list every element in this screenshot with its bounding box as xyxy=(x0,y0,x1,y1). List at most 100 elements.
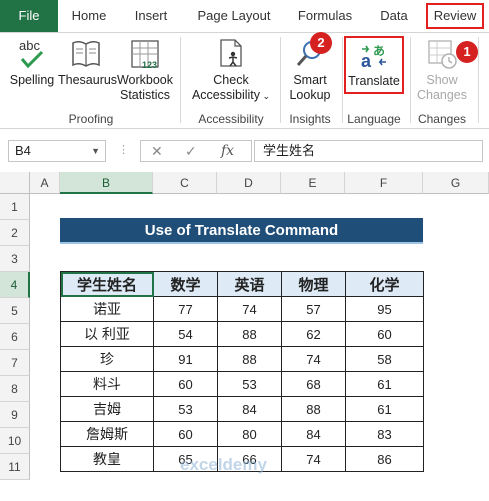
column-header-b[interactable]: B xyxy=(60,172,153,194)
translate-icon: a あ xyxy=(361,44,386,71)
thesaurus-button[interactable]: Thesaurus xyxy=(58,37,118,88)
step-badge-1: 1 xyxy=(456,41,478,63)
row-header-9[interactable]: 9 xyxy=(0,402,30,428)
watermark-logo: exceldemy xyxy=(180,455,267,474)
tab-home[interactable]: Home xyxy=(66,0,112,32)
table-cell[interactable]: 68 xyxy=(281,371,346,397)
svg-text:123: 123 xyxy=(142,60,157,70)
workbook-statistics-button[interactable]: 123 Workbook Statistics xyxy=(116,37,174,103)
column-header-c[interactable]: C xyxy=(153,172,217,194)
table-cell[interactable]: 86 xyxy=(345,446,424,472)
table-row: 料斗 60 53 68 61 xyxy=(60,371,424,397)
table-header-cell[interactable]: 化学 xyxy=(345,271,424,297)
row-header-7[interactable]: 7 xyxy=(0,350,30,376)
check-accessibility-button[interactable]: Check Accessibility ⌄ xyxy=(188,37,274,104)
tab-file[interactable]: File xyxy=(0,0,58,32)
table-cell[interactable]: 95 xyxy=(345,296,424,322)
table-cell[interactable]: 84 xyxy=(281,421,346,447)
table-cell[interactable]: 58 xyxy=(345,346,424,372)
table-cell[interactable]: 74 xyxy=(281,446,346,472)
table-cell[interactable]: 60 xyxy=(153,371,218,397)
table-cell[interactable]: 以 利亚 xyxy=(60,321,154,347)
spelling-button[interactable]: abc Spelling xyxy=(8,37,56,88)
row-header-4[interactable]: 4 xyxy=(0,272,30,298)
table-row: 诺亚 77 74 57 95 xyxy=(60,296,424,322)
table-cell[interactable]: 教皇 xyxy=(60,446,154,472)
name-box[interactable]: B4 ▼ xyxy=(8,140,106,162)
table-cell[interactable]: 80 xyxy=(217,421,282,447)
row-header-10[interactable]: 10 xyxy=(0,428,30,454)
step-badge-2: 2 xyxy=(310,32,332,54)
title-cell[interactable]: Use of Translate Command xyxy=(60,218,423,244)
workbook-statistics-icon: 123 xyxy=(131,40,159,70)
table-cell[interactable]: 88 xyxy=(281,396,346,422)
workbook-statistics-label-1: Workbook xyxy=(116,73,174,87)
table-row: 珍 91 88 74 58 xyxy=(60,346,424,372)
cancel-icon[interactable]: ✕ xyxy=(151,143,163,160)
table-cell[interactable]: 60 xyxy=(345,321,424,347)
insert-function-icon[interactable]: fx xyxy=(221,143,234,159)
table-cell[interactable]: 74 xyxy=(217,296,282,322)
table-header-row: 学生姓名 数学 英语 物理 化学 xyxy=(60,271,424,297)
column-header-f[interactable]: F xyxy=(345,172,423,194)
column-header-a[interactable]: A xyxy=(30,172,60,194)
table-cell[interactable]: 53 xyxy=(217,371,282,397)
table-cell[interactable]: 91 xyxy=(153,346,218,372)
table-cell[interactable]: 吉姆 xyxy=(60,396,154,422)
table-cell[interactable]: 61 xyxy=(345,371,424,397)
row-header-6[interactable]: 6 xyxy=(0,324,30,350)
table-header-cell[interactable]: 英语 xyxy=(217,271,282,297)
table-cell[interactable]: 61 xyxy=(345,396,424,422)
enter-icon[interactable]: ✓ xyxy=(185,143,197,160)
select-all-corner[interactable] xyxy=(0,172,30,194)
group-divider xyxy=(478,37,479,123)
group-label-accessibility: Accessibility xyxy=(198,112,264,126)
tab-formulas[interactable]: Formulas xyxy=(294,0,356,32)
tab-insert[interactable]: Insert xyxy=(128,0,174,32)
table-cell[interactable]: 60 xyxy=(153,421,218,447)
show-changes-icon xyxy=(428,40,457,69)
group-label-changes: Changes xyxy=(417,112,467,126)
table-cell[interactable]: 88 xyxy=(217,321,282,347)
table-header-cell[interactable]: 物理 xyxy=(281,271,346,297)
table-cell[interactable]: 62 xyxy=(281,321,346,347)
table-header-cell[interactable]: 数学 xyxy=(153,271,218,297)
row-header-11[interactable]: 11 xyxy=(0,454,30,480)
table-cell[interactable]: 83 xyxy=(345,421,424,447)
column-header-e[interactable]: E xyxy=(281,172,345,194)
row-header-2[interactable]: 2 xyxy=(0,220,30,246)
column-header-g[interactable]: G xyxy=(423,172,489,194)
table-cell[interactable]: 88 xyxy=(217,346,282,372)
tab-review[interactable]: Review xyxy=(426,3,484,29)
table-cell[interactable]: 84 xyxy=(217,396,282,422)
table-cell[interactable]: 54 xyxy=(153,321,218,347)
group-divider xyxy=(180,37,181,123)
cell-b4[interactable]: 学生姓名 xyxy=(60,271,154,297)
thesaurus-label: Thesaurus xyxy=(58,73,118,87)
chevron-down-icon[interactable]: ▼ xyxy=(91,141,100,161)
formula-input[interactable]: 学生姓名 xyxy=(254,140,483,162)
table-cell[interactable]: 53 xyxy=(153,396,218,422)
table-cell[interactable]: 诺亚 xyxy=(60,296,154,322)
table-row: 吉姆 53 84 88 61 xyxy=(60,396,424,422)
table-cell[interactable]: 57 xyxy=(281,296,346,322)
tab-page-layout[interactable]: Page Layout xyxy=(192,0,276,32)
table-cell[interactable]: 珍 xyxy=(60,346,154,372)
row-header-3[interactable]: 3 xyxy=(0,246,30,272)
table-cell[interactable]: 77 xyxy=(153,296,218,322)
row-header-5[interactable]: 5 xyxy=(0,298,30,324)
tab-data[interactable]: Data xyxy=(374,0,414,32)
formula-bar: B4 ▼ ⋮ ✕ ✓ fx 学生姓名 xyxy=(0,136,489,166)
translate-button[interactable]: a あ Translate xyxy=(344,36,404,94)
column-header-d[interactable]: D xyxy=(217,172,281,194)
table-cell[interactable]: 詹姆斯 xyxy=(60,421,154,447)
check-accessibility-label-1: Check xyxy=(213,73,249,87)
table-cell[interactable]: 料斗 xyxy=(60,371,154,397)
ribbon-tab-bar: File Home Insert Page Layout Formulas Da… xyxy=(0,0,489,33)
row-header-8[interactable]: 8 xyxy=(0,376,30,402)
more-options-icon: ⋮ xyxy=(118,144,129,156)
row-header-1[interactable]: 1 xyxy=(0,194,30,220)
group-divider xyxy=(280,37,281,123)
svg-text:abc: abc xyxy=(19,38,40,53)
table-cell[interactable]: 74 xyxy=(281,346,346,372)
